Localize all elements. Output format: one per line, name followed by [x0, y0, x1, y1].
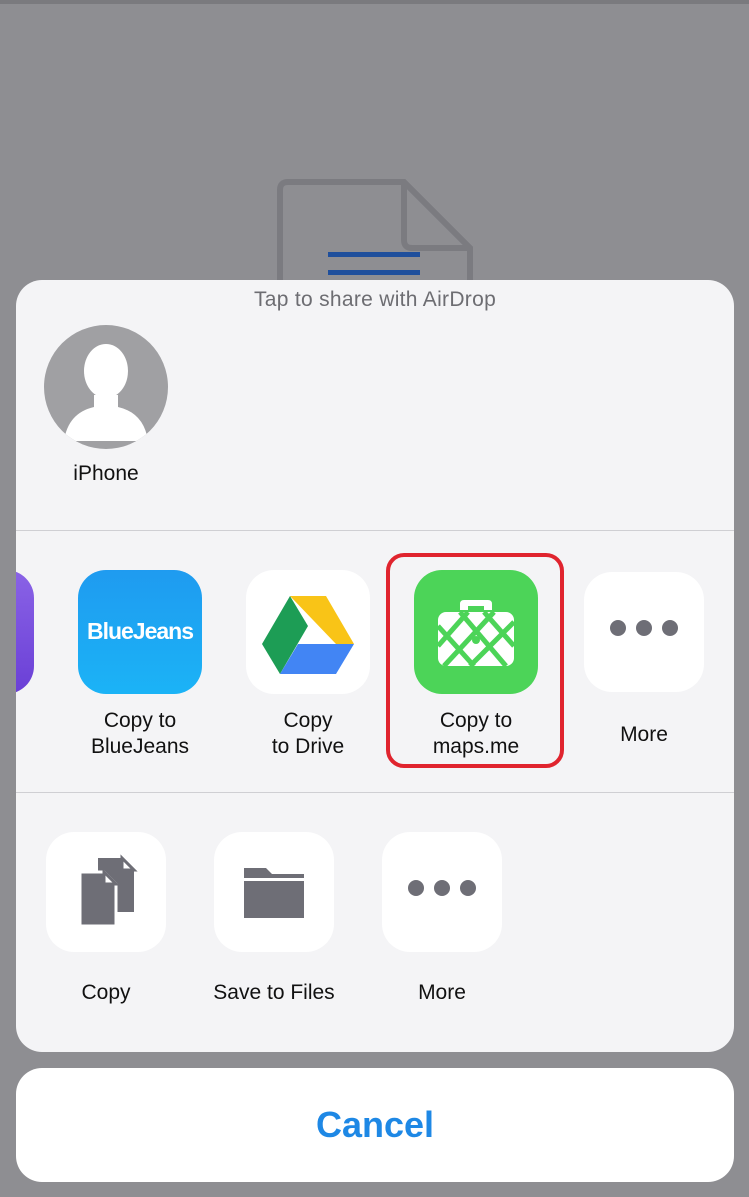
- app-label: More: [620, 723, 668, 746]
- airdrop-device-avatar[interactable]: [44, 325, 168, 449]
- copy-icon: [46, 832, 166, 952]
- app-label-line1: Copy to: [103, 709, 177, 732]
- airdrop-device-name: iPhone: [73, 462, 139, 485]
- bluejeans-logo-text: BlueJeans: [86, 618, 194, 644]
- app-bluejeans[interactable]: BlueJeans Copy to BlueJeans: [56, 570, 224, 770]
- more-icon: [382, 832, 502, 952]
- action-copy[interactable]: Copy: [22, 832, 190, 1012]
- app-label-line1: Copy: [283, 709, 333, 732]
- action-more[interactable]: More: [358, 832, 526, 1012]
- folder-icon: [214, 832, 334, 952]
- section-divider: [16, 530, 734, 531]
- more-icon: [584, 572, 704, 692]
- person-icon: [64, 344, 148, 441]
- bluejeans-icon: BlueJeans: [78, 570, 202, 694]
- action-label: Save to Files: [213, 981, 335, 1004]
- cancel-button[interactable]: Cancel: [16, 1068, 734, 1182]
- share-sheet: Tap to share with AirDrop iPhone BlueJea…: [16, 280, 734, 1052]
- app-google-drive[interactable]: Copy to Drive: [224, 570, 392, 770]
- app-more[interactable]: More: [560, 572, 728, 772]
- action-label: Copy: [81, 981, 131, 1004]
- top-divider: [0, 0, 749, 4]
- partial-app-icon[interactable]: [16, 570, 34, 694]
- action-save-to-files[interactable]: Save to Files: [190, 832, 358, 1012]
- action-label: More: [418, 981, 466, 1004]
- app-label-line2: BlueJeans: [90, 735, 190, 758]
- section-divider: [16, 792, 734, 793]
- selection-highlight: [386, 553, 564, 768]
- app-label-line2: to Drive: [271, 735, 345, 758]
- airdrop-title: Tap to share with AirDrop: [253, 288, 497, 311]
- google-drive-icon: [246, 570, 370, 694]
